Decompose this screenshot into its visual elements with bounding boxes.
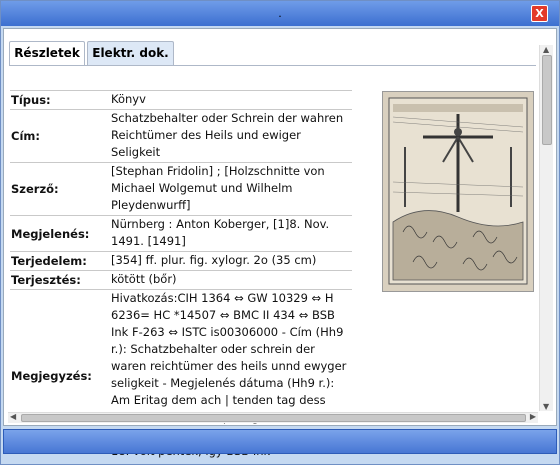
footer-bar — [3, 429, 557, 454]
record-row-binding: Terjesztés: kötött (bőr) — [10, 270, 352, 289]
title-bar[interactable]: . X — [1, 1, 559, 26]
vertical-scrollbar[interactable]: ▲ ▼ — [539, 45, 553, 411]
window-title: . — [278, 7, 282, 20]
row-value: [Stephan Fridolin] ; [Holzschnitte von M… — [111, 164, 325, 212]
tab-electronic-docs[interactable]: Elektr. dok. — [87, 41, 174, 66]
row-label: Típus: — [11, 93, 51, 107]
row-label: Terjedelem: — [11, 254, 87, 268]
record-row-extent: Terjedelem: [354] ff. plur. fig. xylogr.… — [10, 251, 352, 270]
horizontal-scroll-thumb[interactable] — [21, 414, 526, 422]
cover-thumbnail[interactable] — [382, 91, 534, 292]
row-value: Schatzbehalter oder Schrein der wahren R… — [111, 111, 344, 159]
scroll-up-icon[interactable]: ▲ — [543, 45, 549, 54]
scroll-left-icon[interactable]: ◀ — [10, 412, 16, 421]
record-row-title: Cím: Schatzbehalter oder Schrein der wah… — [10, 109, 352, 162]
row-value: kötött (bőr) — [111, 272, 177, 286]
row-label: Megjelenés: — [11, 226, 90, 241]
record-row-type: Típus: Könyv — [10, 90, 352, 109]
row-value: [354] ff. plur. fig. xylogr. 2o (35 cm) — [111, 253, 317, 267]
horizontal-scrollbar[interactable]: ◀ ▶ — [8, 412, 538, 423]
tab-divider — [9, 65, 536, 66]
row-value: Nürnberg : Anton Koberger, [1]8. Nov. 14… — [111, 217, 330, 248]
scroll-right-icon[interactable]: ▶ — [530, 412, 536, 421]
tab-details[interactable]: Részletek — [9, 41, 85, 66]
record-table: Típus: Könyv Cím: Schatzbehalter oder Sc… — [10, 90, 352, 461]
row-label: Szerző: — [11, 182, 59, 196]
vertical-scroll-thumb[interactable] — [542, 55, 552, 145]
content-pane: Részletek Elektr. dok. Típus: Könyv Cím:… — [3, 28, 557, 458]
row-label: Terjesztés: — [11, 273, 81, 287]
row-label: Cím: — [11, 129, 40, 143]
scroll-down-icon[interactable]: ▼ — [543, 402, 549, 411]
woodcut-image — [383, 92, 533, 291]
close-button[interactable]: X — [531, 5, 548, 22]
dialog-window: . X Részletek Elektr. dok. Típus: Könyv … — [0, 0, 560, 465]
row-value: Könyv — [111, 92, 146, 106]
record-row-author: Szerző: [Stephan Fridolin] ; [Holzschnit… — [10, 162, 352, 215]
record-row-publication: Megjelenés: Nürnberg : Anton Koberger, [… — [10, 215, 352, 251]
